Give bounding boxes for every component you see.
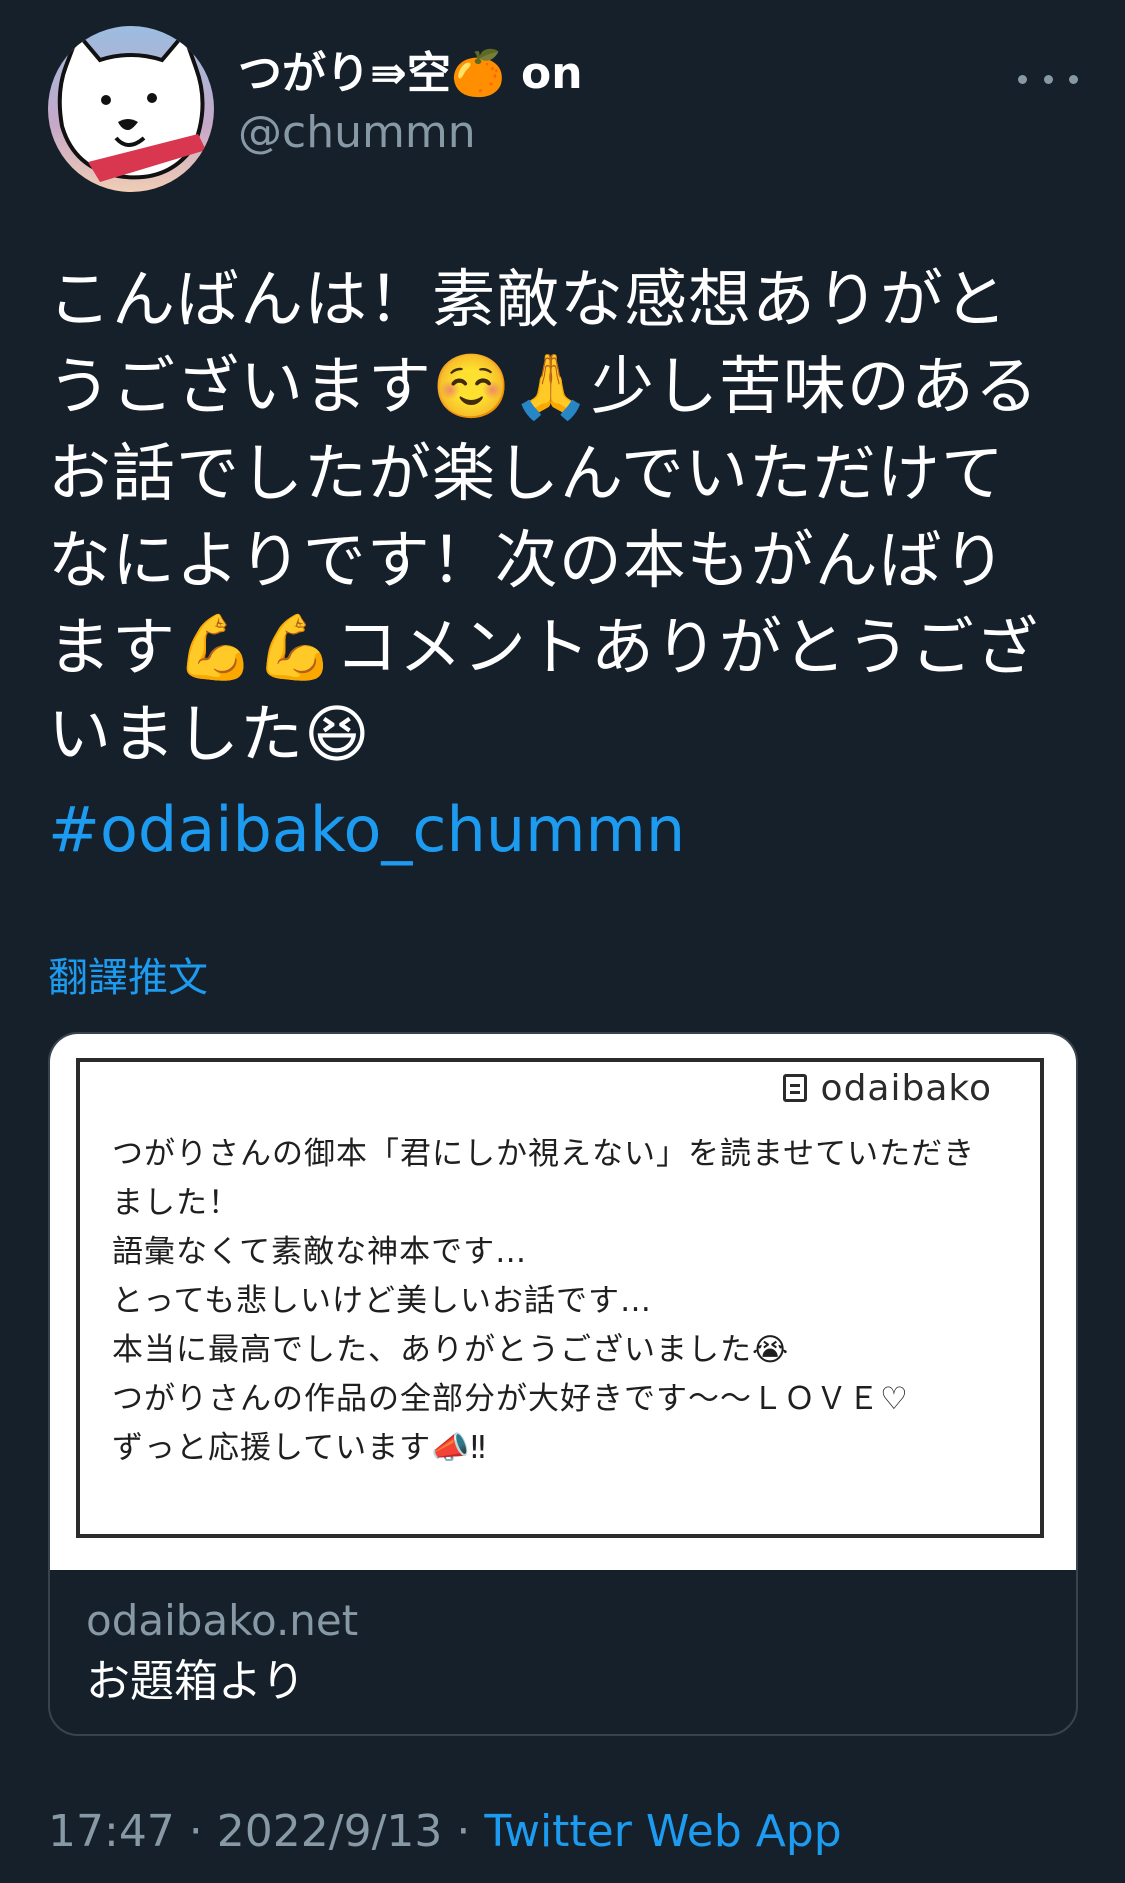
meta-separator: ·	[442, 1806, 485, 1857]
tweet-line: お話でしたが楽しんでいただけて	[48, 437, 1005, 510]
tweet-line: うございます☺️🙏少し苦味のある	[48, 350, 1039, 423]
tweet-line: なによりです！次の本もがんばり	[48, 524, 1007, 597]
card-footer: odaibako.net お題箱より	[86, 1592, 358, 1712]
card-domain: odaibako.net	[86, 1596, 359, 1645]
display-name[interactable]: つがり⇛空🍊 on	[238, 46, 583, 102]
message-line: つがりさんの御本「君にしか視えない」を読ませていただき	[112, 1136, 976, 1172]
tweet-header: つがり⇛空🍊 on @chummn	[48, 26, 1078, 196]
tweet-time[interactable]: 17:47	[48, 1806, 175, 1857]
card-message: つがりさんの御本「君にしか視えない」を読ませていただき ました！ 語彙なくて素敵…	[112, 1130, 1012, 1473]
tweet-text: こんばんは！素敵な感想ありがと うございます☺️🙏少し苦味のある お話でしたが楽…	[48, 256, 1078, 778]
more-dot	[1018, 74, 1027, 84]
message-line: ずっと応援しています📣‼	[112, 1430, 487, 1466]
more-dot	[1043, 74, 1053, 84]
user-handle[interactable]: @chummn	[238, 104, 583, 162]
hashtag-link[interactable]: #odaibako_chummn	[48, 790, 685, 870]
link-card[interactable]: odaibako つがりさんの御本「君にしか視えない」を読ませていただき ました…	[48, 1032, 1078, 1736]
tweet-line: いました😆	[48, 698, 371, 771]
tweet-date[interactable]: 2022/9/13	[217, 1806, 443, 1857]
meta-separator: ·	[174, 1806, 217, 1857]
card-title: お題箱より	[86, 1656, 306, 1707]
tweet-source-link[interactable]: Twitter Web App	[484, 1806, 841, 1857]
more-options-icon[interactable]	[1018, 64, 1078, 94]
more-dot	[1069, 74, 1078, 84]
message-line: とっても悲しいけど美しいお話です…	[112, 1283, 652, 1319]
message-line: 語彙なくて素敵な神本です…	[112, 1234, 528, 1270]
avatar[interactable]	[48, 26, 214, 192]
brand-label: odaibako	[820, 1067, 992, 1109]
message-line: 本当に最高でした、ありがとうございました😭	[112, 1332, 790, 1368]
message-line: ました！	[112, 1185, 240, 1221]
dog-avatar-icon	[57, 30, 206, 182]
card-image: odaibako つがりさんの御本「君にしか視えない」を読ませていただき ました…	[50, 1034, 1076, 1570]
message-line: つがりさんの作品の全部分が大好きです〜〜ＬＯＶＥ♡	[112, 1381, 909, 1417]
document-icon	[782, 1074, 807, 1102]
tweet-line: こんばんは！素敵な感想ありがと	[48, 263, 1008, 336]
tweet-line: ます💪💪コメントありがとうござ	[48, 611, 1039, 684]
translate-tweet-link[interactable]: 翻譯推文	[48, 945, 208, 1003]
tweet-meta: 17:47 · 2022/9/13 · Twitter Web App	[48, 1806, 842, 1857]
odaibako-brand: odaibako	[764, 1066, 1010, 1110]
